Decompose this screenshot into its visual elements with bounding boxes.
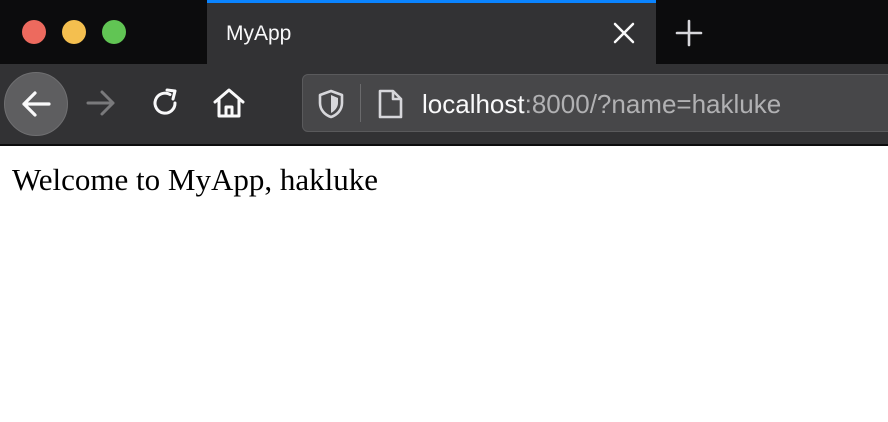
- address-bar[interactable]: localhost:8000/?name=hakluke: [302, 74, 888, 132]
- page-icon[interactable]: [375, 88, 405, 125]
- arrow-left-icon: [22, 91, 51, 117]
- tab-strip: MyApp: [0, 0, 888, 64]
- address-bar-separator: [360, 84, 361, 122]
- plus-icon[interactable]: [674, 18, 704, 48]
- window-maximize-button[interactable]: [102, 20, 126, 44]
- url-text[interactable]: localhost:8000/?name=hakluke: [422, 89, 781, 120]
- close-icon[interactable]: [612, 21, 636, 45]
- navigation-toolbar: localhost:8000/?name=hakluke: [0, 64, 888, 144]
- reload-icon: [153, 88, 177, 115]
- tab-myapp[interactable]: MyApp: [207, 0, 656, 64]
- welcome-text: Welcome to MyApp, hakluke: [12, 162, 378, 197]
- forward-button[interactable]: [70, 72, 134, 136]
- window-close-button[interactable]: [22, 20, 46, 44]
- arrow-right-icon: [86, 90, 115, 116]
- home-icon: [213, 88, 245, 118]
- back-button[interactable]: [4, 72, 68, 136]
- page-content: Welcome to MyApp, hakluke: [0, 146, 888, 422]
- reload-button[interactable]: [134, 72, 198, 136]
- home-button[interactable]: [198, 72, 262, 136]
- url-path: :8000/?name=hakluke: [524, 89, 782, 119]
- window-minimize-button[interactable]: [62, 20, 86, 44]
- tab-title: MyApp: [226, 22, 292, 45]
- shield-icon[interactable]: [317, 89, 345, 124]
- url-host: localhost: [422, 89, 525, 119]
